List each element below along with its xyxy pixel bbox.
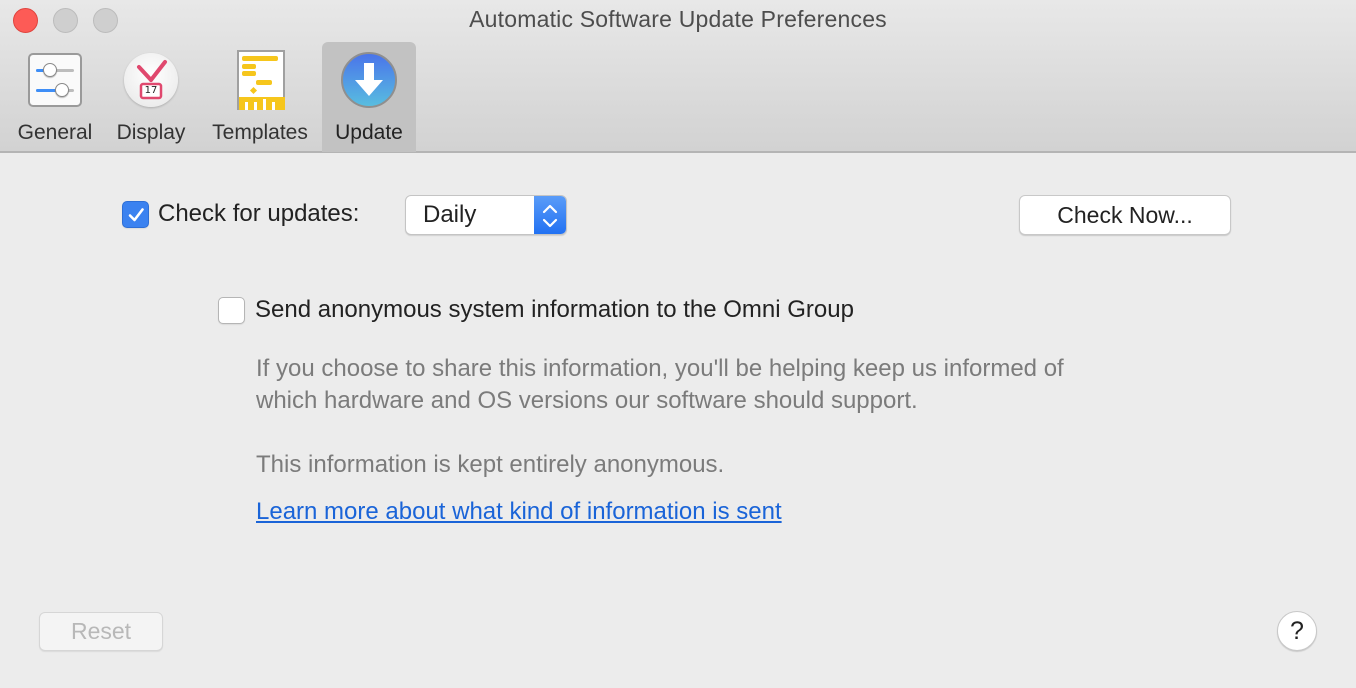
checkmark-icon [128,208,144,222]
gantt-template-icon [230,50,290,110]
update-frequency-value: Daily [423,201,477,228]
send-anonymous-info-checkbox[interactable] [218,297,245,324]
check-for-updates-checkbox[interactable] [122,201,149,228]
tab-display-label: Display [116,121,186,144]
learn-more-link[interactable]: Learn more about what kind of informatio… [256,498,782,526]
help-button[interactable]: ? [1277,611,1317,651]
tab-general-label: General [17,121,93,144]
sliders-icon [25,50,85,110]
tab-update[interactable]: Update [322,42,416,152]
anonymous-description-line1: If you choose to share this information,… [256,355,1064,382]
send-anonymous-info-label: Send anonymous system information to the… [255,296,854,323]
question-mark-icon: ? [1290,617,1304,645]
tab-templates-label: Templates [212,121,308,144]
preferences-window: Automatic Software Update Preferences Ge… [0,0,1356,688]
tab-display[interactable]: 17 Display [106,42,196,152]
calendar-badge: 17 [144,85,158,96]
update-frequency-select[interactable]: Daily [405,195,567,235]
download-arrow-icon [339,50,399,110]
window-title: Automatic Software Update Preferences [469,6,887,32]
anonymous-description-line2: which hardware and OS versions our softw… [256,387,918,414]
check-now-button[interactable]: Check Now... [1019,195,1231,235]
check-for-updates-label: Check for updates: [158,200,360,227]
anonymous-note: This information is kept entirely anonym… [256,451,725,478]
select-arrows-icon [534,196,566,234]
tab-templates[interactable]: Templates [202,42,318,152]
clock-calendar-icon: 17 [121,50,181,110]
reset-button[interactable]: Reset [39,612,163,651]
toolbar: Automatic Software Update Preferences Ge… [0,0,1356,153]
tab-update-label: Update [335,121,403,144]
tab-general[interactable]: General [8,42,102,152]
